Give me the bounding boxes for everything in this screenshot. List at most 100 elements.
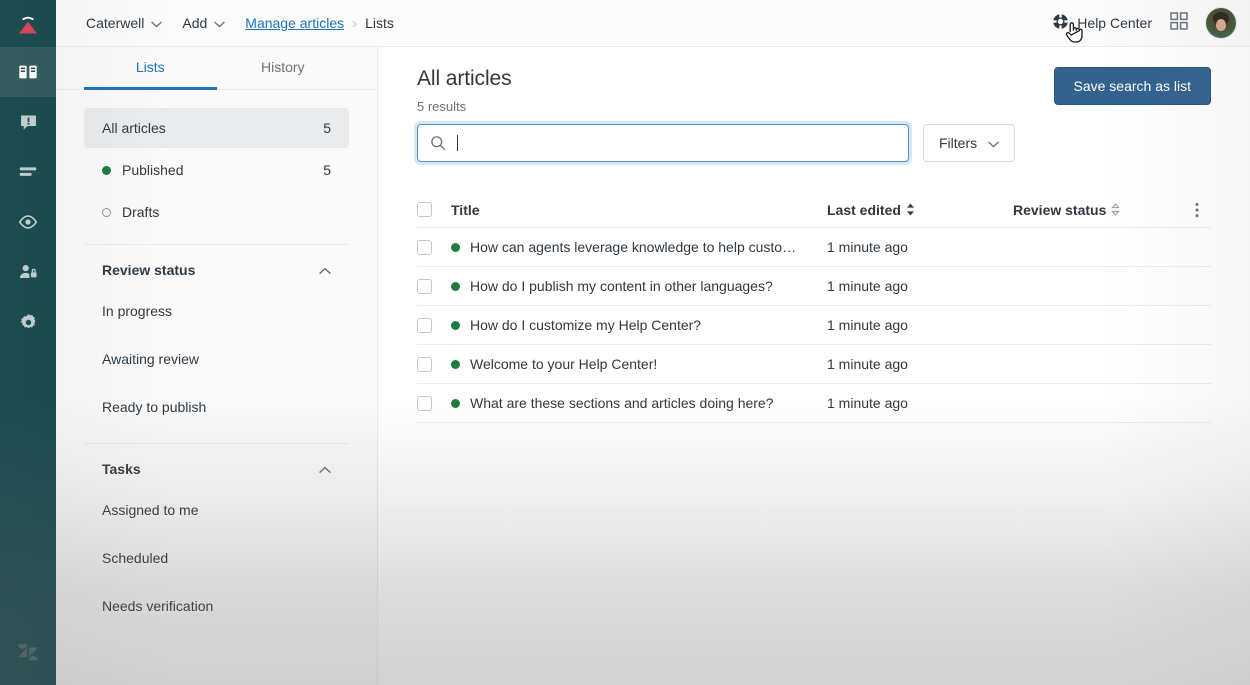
column-header-last-edited[interactable]: Last edited <box>827 202 1013 218</box>
column-last-edited-label: Last edited <box>827 201 901 218</box>
row-title-cell[interactable]: How do I publish my content in other lan… <box>451 278 827 294</box>
brand-menu[interactable]: Caterwell <box>76 8 172 38</box>
panel-divider <box>84 443 349 444</box>
row-title: What are these sections and articles doi… <box>470 395 774 411</box>
row-checkbox[interactable] <box>417 239 451 255</box>
guide-logo[interactable] <box>0 0 56 47</box>
search-icon <box>430 135 446 151</box>
sidebar-item-preview[interactable] <box>0 197 56 247</box>
tab-lists[interactable]: Lists <box>84 47 217 90</box>
checkbox-box <box>417 202 432 217</box>
table-row[interactable]: What are these sections and articles doi… <box>417 384 1211 423</box>
checkbox-box <box>417 278 432 294</box>
column-header-review-status[interactable]: Review status <box>1013 202 1183 218</box>
filters-button[interactable]: Filters <box>923 124 1016 162</box>
group-title: Review status <box>102 262 196 278</box>
sidebar-item-articles[interactable] <box>0 47 56 97</box>
group-header-review-status[interactable]: Review status <box>84 253 349 287</box>
list-item-needs-verification[interactable]: Needs verification <box>84 582 349 630</box>
results-count: 5 results <box>417 99 467 114</box>
list-item-all-articles[interactable]: All articles 5 <box>84 108 349 148</box>
select-all-checkbox[interactable] <box>417 202 451 217</box>
breadcrumb-link-manage-articles[interactable]: Manage articles <box>245 15 344 31</box>
content-area: Lists History All articles 5 Published 5 <box>56 47 1250 685</box>
list-item-scheduled[interactable]: Scheduled <box>84 534 349 582</box>
product-nav-rail <box>0 0 56 685</box>
list-item-label-wrap: Drafts <box>102 204 331 220</box>
panel-tabs: Lists History <box>56 47 377 90</box>
status-dot-published <box>451 398 460 408</box>
list-item-ready-to-publish[interactable]: Ready to publish <box>84 383 349 431</box>
row-title-cell[interactable]: How do I customize my Help Center? <box>451 317 827 333</box>
top-bar-actions: Help Center <box>1052 8 1236 38</box>
user-avatar[interactable] <box>1206 8 1236 38</box>
checkbox-box <box>417 317 432 333</box>
main-content: All articles 5 results Save search as li… <box>378 47 1250 685</box>
checkbox-box <box>417 239 432 255</box>
list-item-drafts[interactable]: Drafts <box>84 192 349 232</box>
save-search-as-list-button[interactable]: Save search as list <box>1053 67 1211 105</box>
add-menu[interactable]: Add <box>172 8 235 38</box>
table-row[interactable]: How do I customize my Help Center? 1 min… <box>417 306 1211 345</box>
zendesk-logo <box>0 625 56 685</box>
breadcrumb-current-lists: Lists <box>365 15 394 31</box>
list-item-assigned-to-me[interactable]: Assigned to me <box>84 486 349 534</box>
row-last-edited: 1 minute ago <box>827 356 908 372</box>
lifebuoy-icon <box>1052 13 1069 33</box>
chevron-down-icon <box>151 15 163 31</box>
row-title-cell[interactable]: Welcome to your Help Center! <box>451 356 827 372</box>
checkbox-box <box>417 395 432 411</box>
row-title: How do I customize my Help Center? <box>470 317 702 333</box>
filters-label: Filters <box>939 135 978 151</box>
sidebar-item-settings[interactable] <box>0 297 56 347</box>
help-center-button[interactable]: Help Center <box>1052 13 1152 33</box>
chevron-down-icon <box>988 135 999 151</box>
sidebar-item-user-permissions[interactable] <box>0 247 56 297</box>
row-checkbox[interactable] <box>417 278 451 294</box>
status-dot-published <box>451 281 460 291</box>
sort-arrows-active-icon <box>906 203 915 216</box>
top-bar: Caterwell Add Manage articles › Lists He… <box>56 0 1250 47</box>
brand-menu-label: Caterwell <box>86 15 145 31</box>
grid-apps-icon[interactable] <box>1170 11 1188 35</box>
table-options-menu[interactable] <box>1183 202 1211 218</box>
row-checkbox[interactable] <box>417 356 451 372</box>
table-header-row: Title Last edited Review status <box>417 192 1211 228</box>
row-last-edited: 1 minute ago <box>827 239 908 255</box>
sidebar-item-content-blocks[interactable] <box>0 147 56 197</box>
list-item-label: Published <box>122 162 184 178</box>
help-center-label: Help Center <box>1077 15 1152 31</box>
list-item-awaiting-review[interactable]: Awaiting review <box>84 335 349 383</box>
sidebar-item-announcements[interactable] <box>0 97 56 147</box>
chevron-up-icon[interactable] <box>319 461 331 477</box>
title-block: All articles 5 results <box>417 67 512 114</box>
breadcrumb-separator-icon: › <box>352 14 358 32</box>
list-item-label-wrap: Published <box>102 162 323 178</box>
column-header-title[interactable]: Title <box>451 202 827 218</box>
row-checkbox[interactable] <box>417 395 451 411</box>
row-title-cell[interactable]: What are these sections and articles doi… <box>451 395 827 411</box>
status-dot-published <box>451 320 460 330</box>
search-input[interactable] <box>417 124 909 162</box>
table-row[interactable]: How do I publish my content in other lan… <box>417 267 1211 306</box>
row-title: How do I publish my content in other lan… <box>470 278 773 294</box>
list-item-in-progress[interactable]: In progress <box>84 287 349 335</box>
group-header-tasks[interactable]: Tasks <box>84 452 349 486</box>
breadcrumb: Manage articles › Lists <box>245 15 394 31</box>
list-item-published[interactable]: Published 5 <box>84 150 349 190</box>
table-row[interactable]: Welcome to your Help Center! 1 minute ag… <box>417 345 1211 384</box>
rail-item-list <box>0 47 56 347</box>
tab-history[interactable]: History <box>217 47 350 90</box>
row-title: Welcome to your Help Center! <box>470 356 658 372</box>
status-dot-published <box>451 359 460 369</box>
row-title-cell[interactable]: How can agents leverage knowledge to hel… <box>451 239 827 255</box>
row-title: How can agents leverage knowledge to hel… <box>470 239 797 255</box>
row-checkbox[interactable] <box>417 317 451 333</box>
row-last-edited: 1 minute ago <box>827 278 908 294</box>
chevron-up-icon[interactable] <box>319 262 331 278</box>
chevron-down-icon <box>214 15 225 31</box>
table-row[interactable]: How can agents leverage knowledge to hel… <box>417 228 1211 267</box>
lists-panel: Lists History All articles 5 Published 5 <box>56 47 378 685</box>
status-dot-published <box>102 165 111 175</box>
text-caret <box>457 135 458 151</box>
